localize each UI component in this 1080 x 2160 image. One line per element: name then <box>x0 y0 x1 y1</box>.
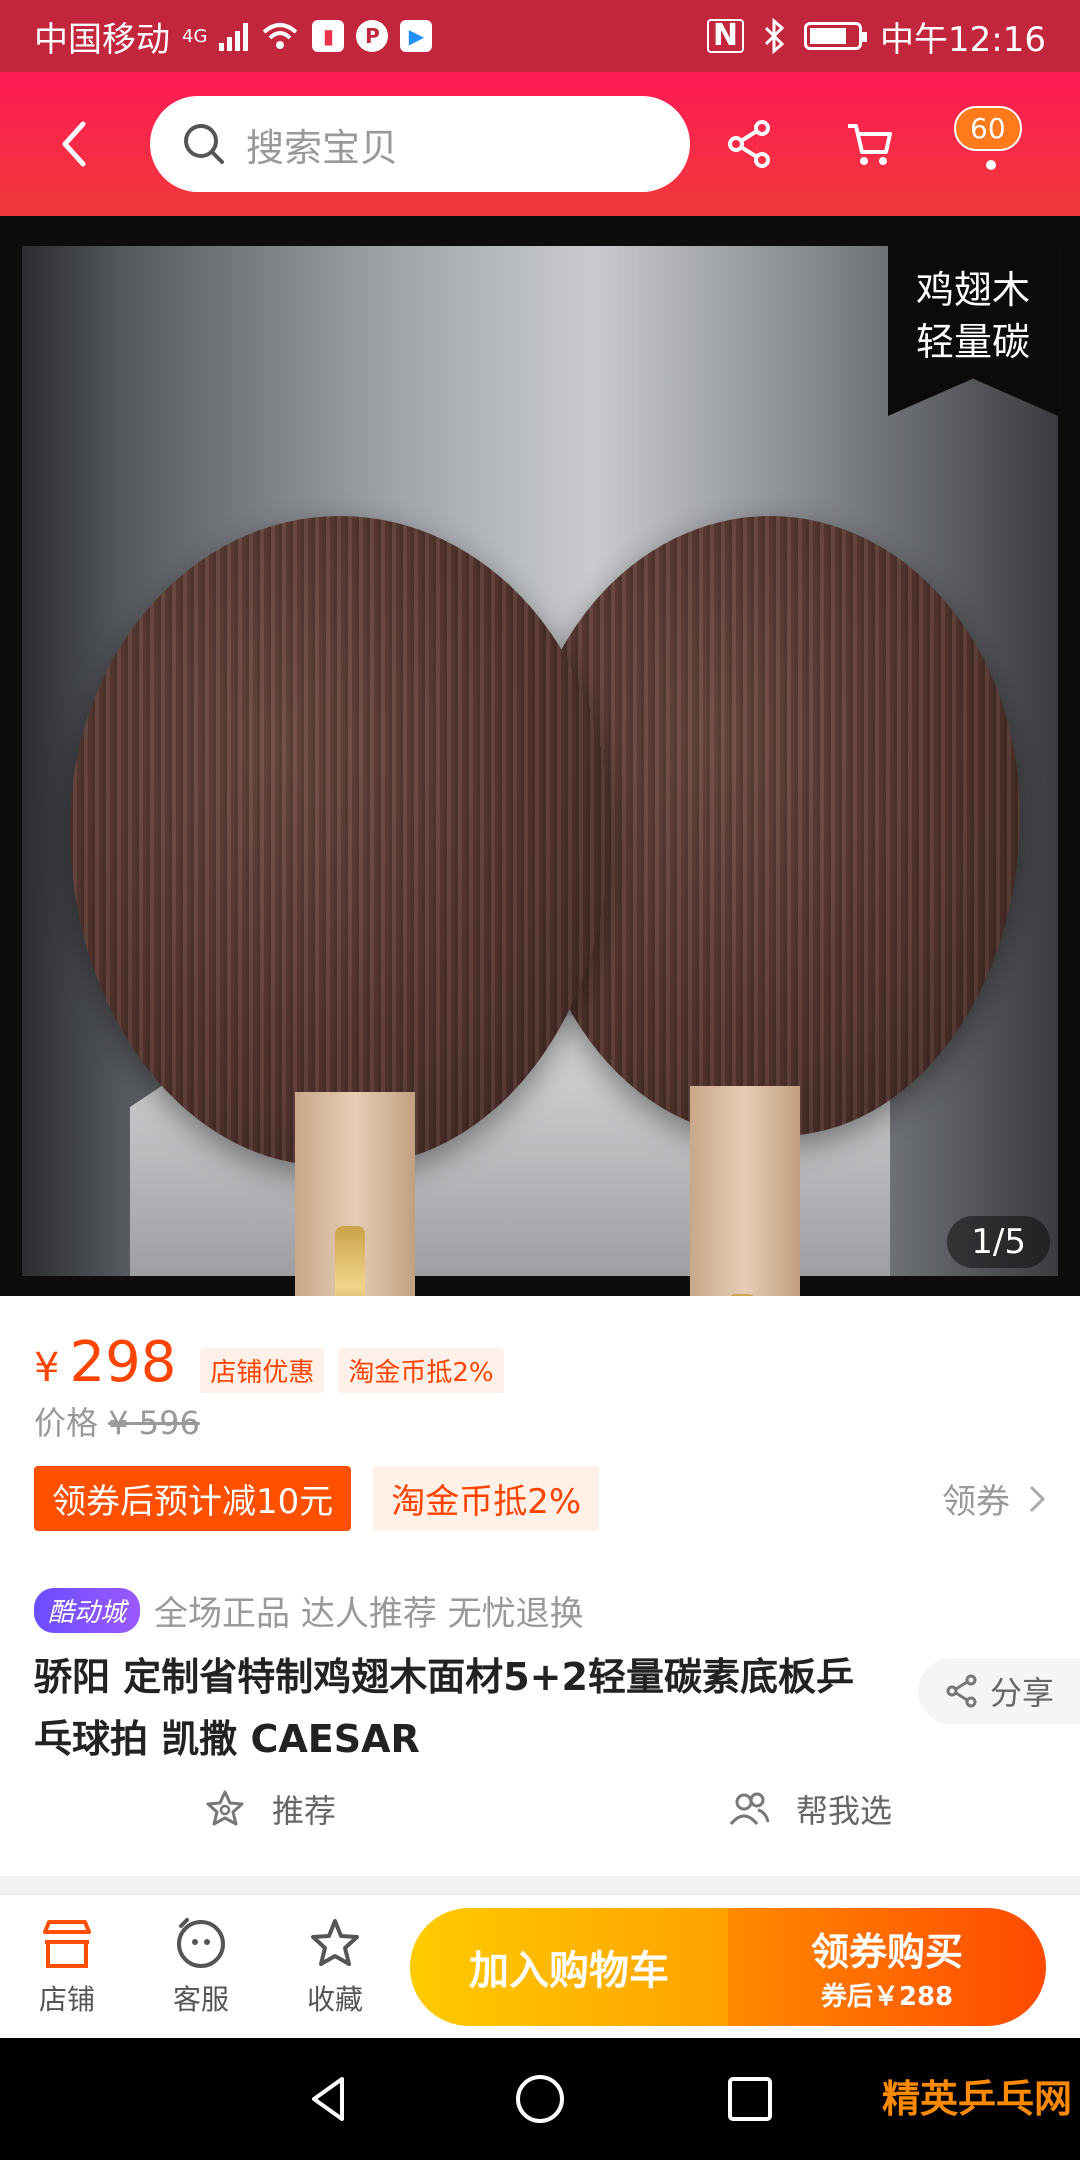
back-button[interactable] <box>0 72 150 216</box>
service-promise: 全场正品 达人推荐 无忧退换 <box>154 1594 584 1634</box>
corner-tag-line1: 鸡翅木 <box>915 268 1030 312</box>
carrier-label: 中国移动 <box>34 19 170 60</box>
original-price-row: 价格 ¥ 596 <box>34 1398 200 1444</box>
back-arrow-icon <box>62 121 86 167</box>
help-choose-button[interactable]: 帮我选 <box>540 1786 1080 1832</box>
shop-label: 店铺 <box>38 1982 95 2016</box>
action-row: 推荐 帮我选 <box>0 1786 1080 1832</box>
price-value: 298 <box>69 1330 177 1395</box>
purchase-buttons: 加入购物车 领券购买 券后￥288 <box>410 1907 1046 2026</box>
cart-icon <box>848 124 892 165</box>
original-price-label: 价格 <box>34 1404 99 1442</box>
get-coupon-link[interactable]: 领券 <box>942 1474 1046 1523</box>
corner-tag-line2: 轻量碳 <box>915 320 1030 364</box>
status-right: N 中午12:16 <box>706 12 1046 61</box>
signal-icon <box>219 21 249 51</box>
site-watermark: 精英乒乓网 <box>881 2076 1072 2121</box>
coin-discount-tag: 淘金币抵2% <box>338 1348 504 1393</box>
handle-plate-left <box>335 1226 365 1296</box>
recommend-star-icon <box>206 1790 244 1826</box>
add-to-cart-button[interactable]: 加入购物车 <box>410 1907 728 2026</box>
top-header: 搜索宝贝 60 <box>0 72 1080 216</box>
favorite-label: 收藏 <box>306 1982 363 2016</box>
buy-now-label: 领券购买 <box>810 1929 963 1974</box>
add-to-cart-label: 加入购物车 <box>469 1947 669 1994</box>
help-choose-label: 帮我选 <box>795 1792 892 1830</box>
nfc-icon: N <box>706 19 745 53</box>
status-left: 中国移动 4G ▮ P ▶ <box>34 12 433 61</box>
share-icon <box>728 120 770 168</box>
people-icon <box>729 1792 770 1825</box>
customer-service-button[interactable]: 客服 <box>134 1916 268 2018</box>
network-label: 4G <box>182 25 208 47</box>
paddle-blade-left <box>70 516 610 1166</box>
paddle-handle-right <box>690 1086 800 1296</box>
message-button[interactable]: 60 <box>930 72 1050 216</box>
shop-button[interactable]: 店铺 <box>0 1916 134 2018</box>
more-dot-icon <box>986 160 996 170</box>
chevron-right-icon <box>1029 1485 1046 1512</box>
share-icon <box>946 1674 977 1708</box>
share-label: 分享 <box>989 1674 1054 1712</box>
product-info-section: ¥ 298 店铺优惠 淘金币抵2% 价格 ¥ 596 领券后预计减10元 淘金币… <box>0 1296 1080 1876</box>
brand-badge: 酷动城 <box>34 1588 141 1633</box>
search-icon <box>184 124 224 164</box>
search-input[interactable]: 搜索宝贝 <box>150 96 690 192</box>
status-bar: 中国移动 4G ▮ P ▶ N 中午12:16 <box>0 0 1080 72</box>
coin-coupon-tag[interactable]: 淘金币抵2% <box>373 1466 600 1531</box>
get-coupon-label: 领券 <box>942 1482 1010 1522</box>
product-title: 骄阳 定制省特制鸡翅木面材5+2轻量碳素底板乒乓球拍 凯撒 CAESAR <box>34 1655 854 1761</box>
p-app-icon: P <box>356 20 389 52</box>
book-app-icon: ▮ <box>312 20 345 52</box>
bottom-action-bar: 店铺 客服 收藏 加入购物车 领券购买 券后￥288 <box>0 1894 1080 2038</box>
service-badge-row: 酷动城 全场正品 达人推荐 无忧退换 <box>34 1586 584 1635</box>
search-placeholder: 搜索宝贝 <box>246 125 399 170</box>
price-row: ¥ 298 店铺优惠 淘金币抵2% <box>34 1330 504 1395</box>
cart-button[interactable] <box>810 72 930 216</box>
nav-recents-icon[interactable] <box>720 2069 780 2129</box>
shop-icon <box>43 1919 91 1968</box>
share-product-button[interactable]: 分享 <box>918 1658 1080 1724</box>
recommend-button[interactable]: 推荐 <box>0 1786 540 1832</box>
product-image-gallery[interactable]: 鸡翅木 轻量碳 1/5 <box>0 216 1080 1296</box>
share-button[interactable] <box>690 72 810 216</box>
youku-app-icon: ▶ <box>400 20 433 52</box>
bluetooth-icon <box>764 18 785 54</box>
original-price-value: ¥ 596 <box>108 1404 200 1442</box>
wifi-icon <box>263 23 298 49</box>
shop-discount-tag: 店铺优惠 <box>200 1348 325 1393</box>
chat-bubble-icon <box>177 1917 225 1968</box>
star-icon <box>311 1918 359 1966</box>
coupon-row: 领券后预计减10元 淘金币抵2% 领券 <box>34 1466 1046 1531</box>
message-count-badge: 60 <box>954 106 1022 151</box>
battery-icon <box>804 22 868 50</box>
service-label: 客服 <box>172 1982 229 2016</box>
coupon-estimate-tag[interactable]: 领券后预计减10元 <box>34 1466 352 1531</box>
buy-with-coupon-button[interactable]: 领券购买 券后￥288 <box>728 1907 1046 2026</box>
nav-home-icon[interactable] <box>510 2069 570 2129</box>
recommend-label: 推荐 <box>271 1792 336 1830</box>
clock: 中午12:16 <box>880 19 1046 60</box>
price-currency: ¥ <box>34 1345 60 1391</box>
image-page-indicator: 1/5 <box>947 1216 1050 1268</box>
nav-back-icon[interactable] <box>300 2069 360 2129</box>
buy-now-price: 券后￥288 <box>820 1981 954 2012</box>
favorite-button[interactable]: 收藏 <box>268 1916 402 2018</box>
